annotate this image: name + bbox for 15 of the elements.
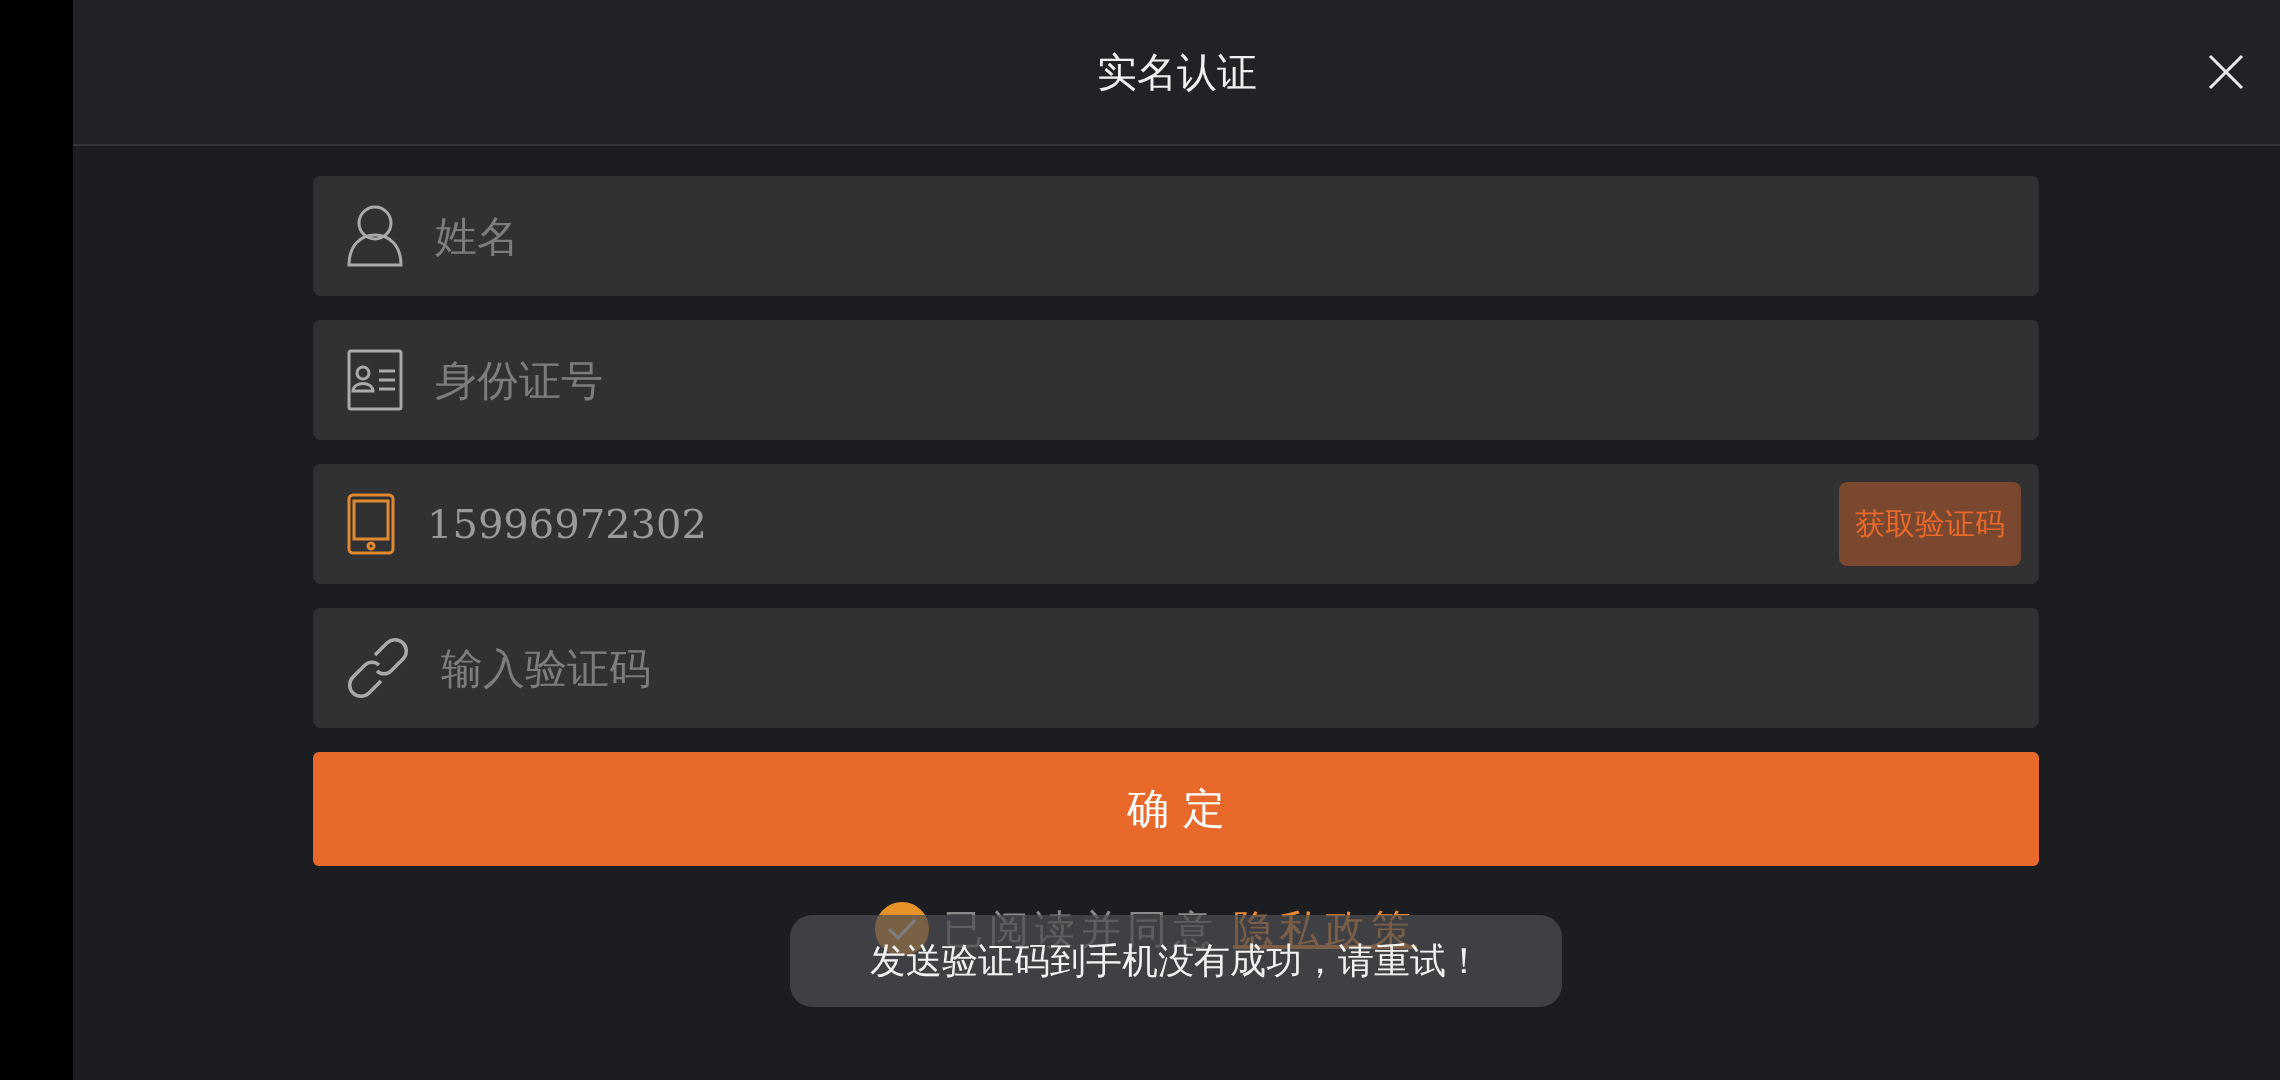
dialog-title: 实名认证 [1096,47,1257,97]
input-field[interactable]: 姓名 [313,176,2039,296]
text-input[interactable]: 身份证号 [433,354,2021,406]
input-field[interactable]: 身份证号 [313,320,2039,440]
phone-icon [347,493,395,555]
get-code-button[interactable]: 获取验证码 [1839,482,2021,566]
input-field[interactable]: 输入验证码 [313,608,2039,728]
confirm-button[interactable]: 确 定 [313,752,2039,866]
link-icon [347,637,409,699]
id-card-icon [347,349,403,411]
person-icon [347,205,403,267]
text-input[interactable]: 15996972302 [425,500,1809,548]
text-input[interactable]: 姓名 [433,210,2021,262]
input-field[interactable]: 15996972302 获取验证码 [313,464,2039,584]
text-input[interactable]: 输入验证码 [439,642,2021,694]
